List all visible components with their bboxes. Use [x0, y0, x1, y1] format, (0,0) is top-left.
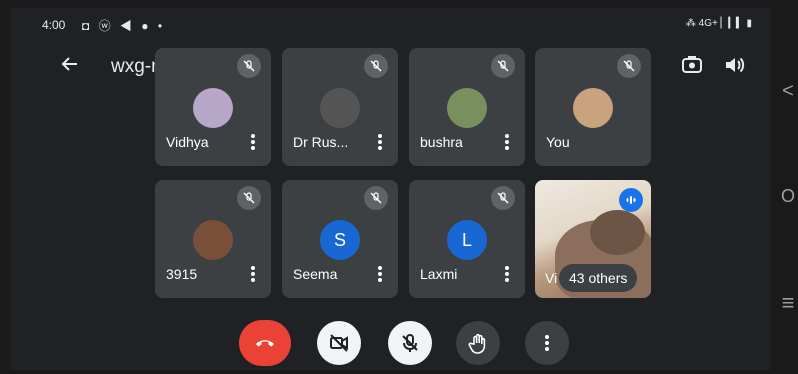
switch-camera-icon[interactable] — [679, 52, 705, 78]
camera-toggle-button[interactable] — [317, 321, 361, 365]
end-call-icon — [256, 340, 274, 347]
mic-off-icon — [491, 54, 515, 78]
more-options-icon[interactable] — [378, 134, 382, 150]
participant-name: Vi — [545, 270, 558, 286]
notification-icons: ◘ ⓦ ◀ ● • — [82, 19, 166, 33]
participant-tile[interactable]: bushra — [409, 48, 525, 166]
video-tile[interactable]: Vi 43 others — [535, 180, 651, 298]
avatar — [193, 220, 233, 260]
network-battery-icons: ⁂ 4G+ ▏▎▍ ▮ — [685, 18, 752, 29]
mic-off-icon — [491, 186, 515, 210]
mic-toggle-button[interactable] — [388, 321, 432, 365]
raise-hand-icon — [468, 333, 486, 354]
more-options-icon[interactable] — [251, 134, 255, 150]
nav-back-button[interactable]: < — [778, 80, 798, 103]
avatar — [320, 88, 360, 128]
participant-tile[interactable]: L Laxmi — [409, 180, 525, 298]
nav-home-button[interactable]: O — [778, 186, 798, 207]
video-feed-detail — [590, 210, 645, 255]
more-options-icon[interactable] — [505, 134, 509, 150]
more-options-icon — [545, 335, 549, 351]
avatar — [447, 88, 487, 128]
participant-tile[interactable]: 3915 — [155, 180, 271, 298]
participant-name: Seema — [293, 266, 338, 282]
mic-off-icon — [617, 54, 641, 78]
participant-name: bushra — [420, 134, 463, 150]
camera-off-icon — [330, 334, 348, 352]
mic-off-icon — [237, 186, 261, 210]
participant-tile[interactable]: You — [535, 48, 651, 166]
more-options-icon[interactable] — [505, 266, 509, 282]
avatar — [573, 88, 613, 128]
others-count[interactable]: 43 others — [559, 264, 638, 292]
raise-hand-button[interactable] — [456, 321, 500, 365]
avatar: L — [447, 220, 487, 260]
status-bar: 4:00 ◘ ⓦ ◀ ● • ⁂ 4G+ ▏▎▍ ▮ — [10, 8, 770, 40]
nav-recents-button[interactable]: ≡ — [778, 290, 798, 316]
more-options-icon[interactable] — [378, 266, 382, 282]
status-time: 4:00 — [42, 18, 66, 32]
mic-off-icon — [364, 186, 388, 210]
more-options-button[interactable] — [525, 321, 569, 365]
mic-off-icon — [402, 334, 418, 352]
end-call-button[interactable] — [239, 320, 291, 366]
participant-tile[interactable]: Vidhya — [155, 48, 271, 166]
avatar: S — [320, 220, 360, 260]
speaker-icon[interactable] — [721, 52, 747, 78]
mic-off-icon — [364, 54, 388, 78]
participant-name: Laxmi — [420, 266, 458, 282]
participant-name: You — [546, 134, 570, 150]
participant-name: Dr Rus... — [293, 134, 349, 150]
participant-tile[interactable]: S Seema — [282, 180, 398, 298]
participant-tile[interactable]: Dr Rus... — [282, 48, 398, 166]
avatar — [193, 88, 233, 128]
speaking-indicator-icon — [619, 188, 643, 212]
mic-off-icon — [237, 54, 261, 78]
back-arrow-icon[interactable] — [60, 54, 80, 78]
participant-name: 3915 — [166, 266, 198, 282]
more-options-icon[interactable] — [251, 266, 255, 282]
participant-name: Vidhya — [166, 134, 209, 150]
